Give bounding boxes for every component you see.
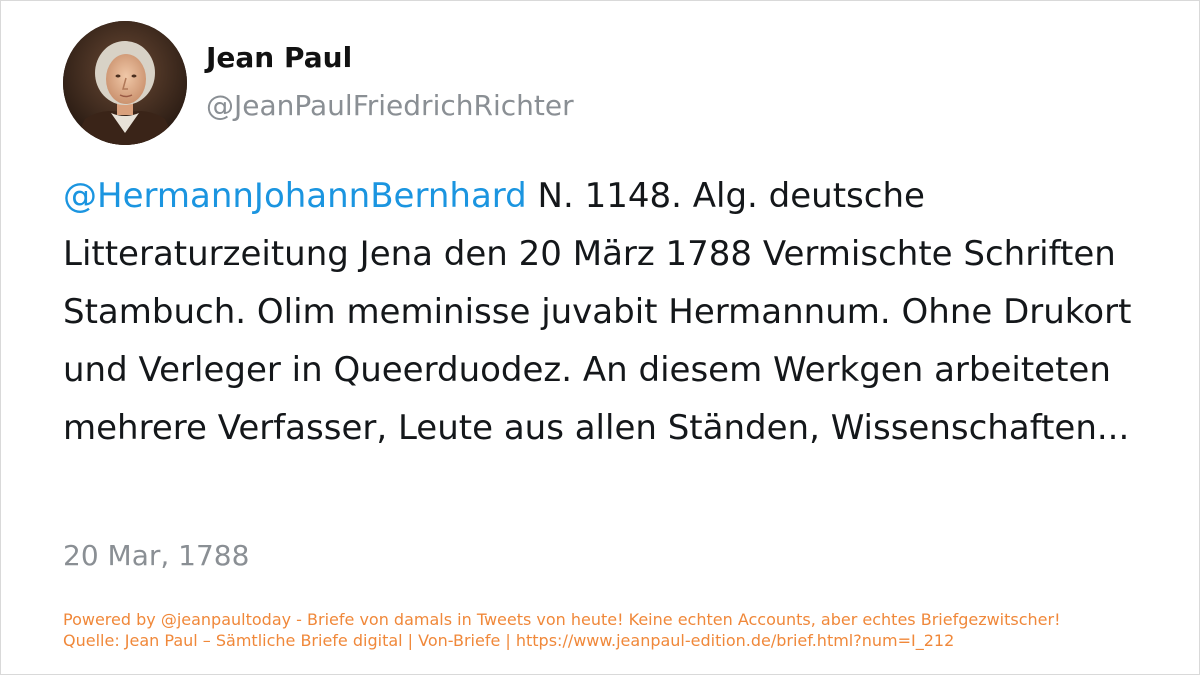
footer-source: Quelle: Jean Paul – Sämtliche Briefe dig…: [63, 631, 955, 650]
mention-link[interactable]: @HermannJohannBernhard: [63, 176, 527, 216]
portrait-icon: [63, 21, 187, 145]
author-handle[interactable]: @JeanPaulFriedrichRichter: [206, 89, 574, 122]
tweet-text: N. 1148. Alg. deutsche Litteraturzeitung…: [63, 176, 1132, 448]
footer-credits: Powered by @jeanpaultoday - Briefe von d…: [63, 609, 1061, 651]
footer-powered-by: Powered by @jeanpaultoday - Briefe von d…: [63, 610, 1061, 629]
tweet-body: @HermannJohannBernhard N. 1148. Alg. deu…: [63, 167, 1143, 457]
tweet-date: 20 Mar, 1788: [63, 539, 250, 572]
tweet-card: Jean Paul @JeanPaulFriedrichRichter @Her…: [0, 0, 1200, 675]
author-name[interactable]: Jean Paul: [206, 41, 352, 74]
author-avatar[interactable]: [63, 21, 187, 145]
